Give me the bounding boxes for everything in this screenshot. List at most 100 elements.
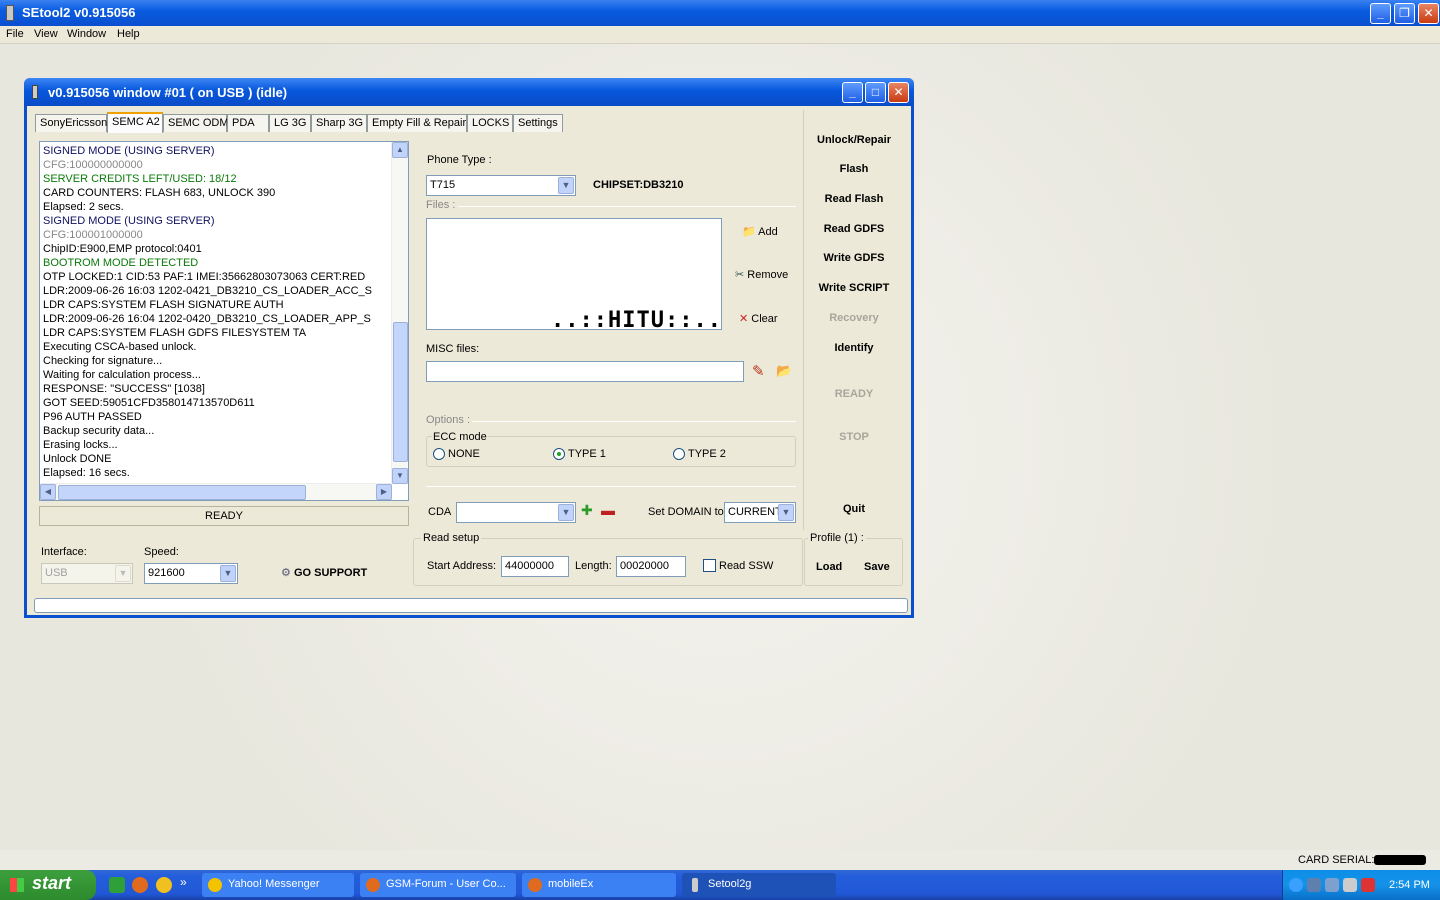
scissors-icon: ✂ — [735, 269, 745, 281]
profile-save-button[interactable]: Save — [864, 561, 890, 573]
tool-window: v0.915056 window #01 ( on USB ) (idle) _… — [24, 78, 914, 618]
menu-help[interactable]: Help — [117, 28, 140, 40]
write-script-button[interactable]: Write SCRIPT — [804, 282, 904, 294]
tab-sharp-3g[interactable]: Sharp 3G — [311, 114, 367, 132]
stop-button[interactable]: STOP — [804, 431, 904, 443]
scroll-left-arrow-icon[interactable]: ◀ — [40, 484, 56, 500]
log-line: Waiting for calculation process... — [43, 369, 201, 381]
log-line: OTP LOCKED:1 CID:53 PAF:1 IMEI:356628030… — [43, 271, 366, 283]
tool-window-title: v0.915056 window #01 ( on USB ) (idle) — [48, 85, 288, 100]
log-vertical-scrollbar[interactable]: ▲ ▼ — [391, 142, 408, 484]
log-output[interactable]: SIGNED MODE (USING SERVER) CFG:1000000000… — [39, 141, 409, 501]
log-lines: SIGNED MODE (USING SERVER) CFG:1000000000… — [43, 144, 393, 480]
scroll-down-arrow-icon[interactable]: ▼ — [392, 468, 408, 484]
remove-button[interactable]: ✂ Remove — [735, 268, 788, 281]
close-button[interactable]: ✕ — [1418, 3, 1439, 24]
firefox-icon[interactable] — [132, 877, 148, 893]
clear-button[interactable]: ✕ Clear — [739, 312, 778, 325]
cda-add-icon[interactable]: ✚ — [581, 502, 593, 519]
profile-label: Profile (1) : — [808, 532, 866, 544]
read-flash-button[interactable]: Read Flash — [804, 193, 904, 205]
tab-settings[interactable]: Settings — [513, 114, 563, 132]
inner-close-button[interactable]: ✕ — [888, 82, 909, 103]
window-icon — [32, 85, 38, 99]
quicklaunch-icon[interactable] — [156, 877, 172, 893]
files-divider — [458, 206, 796, 207]
cda-select[interactable]: ▼ — [456, 502, 576, 523]
menu-window[interactable]: Window — [67, 28, 106, 40]
misc-files-field[interactable] — [426, 361, 744, 382]
quicklaunch-app-icon[interactable] — [109, 877, 125, 893]
task-label: mobileEx — [548, 878, 594, 890]
chevron-down-icon[interactable]: ▼ — [778, 504, 794, 521]
horizontal-scroll-thumb[interactable] — [58, 485, 306, 500]
chipset-label: CHIPSET:DB3210 — [593, 179, 684, 191]
tab-semc-a2[interactable]: SEMC A2 — [107, 112, 163, 133]
recovery-button[interactable]: Recovery — [804, 312, 904, 324]
antivirus-icon[interactable] — [1343, 878, 1357, 892]
card-serial: CARD SERIAL: — [1298, 854, 1427, 866]
flash-button[interactable]: Flash — [804, 163, 904, 175]
start-button[interactable]: start — [0, 870, 96, 900]
ready-status: READY — [834, 388, 874, 400]
tray-red-icon[interactable] — [1361, 878, 1375, 892]
minimize-button[interactable]: _ — [1370, 3, 1391, 24]
tab-sonyericsson[interactable]: SonyEricsson — [35, 114, 107, 132]
speed-select[interactable]: 921600 ▼ — [144, 563, 238, 584]
restore-button[interactable]: ❐ — [1394, 3, 1415, 24]
remove-button-label: Remove — [747, 269, 789, 281]
tab-locks[interactable]: LOCKS — [467, 114, 513, 132]
ecc-mode-label: ECC mode — [432, 431, 488, 443]
edit-pencil-icon[interactable]: ✎ — [752, 362, 765, 380]
domain-select[interactable]: CURRENT ▼ — [724, 502, 796, 523]
add-button[interactable]: 📁 Add — [742, 225, 778, 238]
tray-arrow-icon[interactable] — [1289, 878, 1303, 892]
tool-window-titlebar[interactable]: v0.915056 window #01 ( on USB ) (idle) _… — [24, 78, 914, 106]
misc-files-label: MISC files: — [426, 343, 480, 355]
chevron-down-icon[interactable]: ▼ — [115, 565, 131, 582]
task-label: GSM-Forum - User Co... — [386, 878, 506, 890]
tab-empty-fill-repair[interactable]: Empty Fill & Repair — [367, 114, 467, 132]
identify-button[interactable]: Identify — [804, 342, 904, 354]
unlock-repair-button[interactable]: Unlock/Repair — [804, 134, 904, 146]
quit-button[interactable]: Quit — [804, 503, 904, 515]
inner-minimize-button[interactable]: _ — [842, 82, 863, 103]
log-line: Unlock DONE — [43, 453, 112, 465]
start-address-field[interactable]: 44000000 — [501, 556, 569, 577]
scroll-up-arrow-icon[interactable]: ▲ — [392, 142, 408, 158]
open-folder-icon[interactable]: 📂 — [776, 363, 792, 379]
task-mobileex[interactable]: mobileEx — [522, 873, 676, 897]
chevron-down-icon[interactable]: ▼ — [558, 504, 574, 521]
read-ssw-checkbox[interactable] — [703, 559, 716, 572]
ecc-type2-radio[interactable] — [673, 448, 685, 460]
phone-type-select[interactable]: T715 ▼ — [426, 175, 576, 196]
log-line: CFG:100000000000 — [43, 159, 143, 171]
length-field[interactable]: 00020000 — [616, 556, 686, 577]
tab-semc-odm[interactable]: SEMC ODM — [163, 114, 229, 132]
tab-pda[interactable]: PDA — [227, 114, 269, 132]
scroll-right-arrow-icon[interactable]: ▶ — [376, 484, 392, 500]
ecc-type1-radio[interactable] — [553, 448, 565, 460]
write-gdfs-button[interactable]: Write GDFS — [804, 252, 904, 264]
chevron-down-icon[interactable]: ▼ — [220, 565, 236, 582]
menu-view[interactable]: View — [34, 28, 58, 40]
profile-load-button[interactable]: Load — [816, 561, 842, 573]
task-setool2g[interactable]: Setool2g — [682, 873, 836, 897]
ecc-none-radio[interactable] — [433, 448, 445, 460]
start-address-label: Start Address: — [427, 560, 497, 572]
go-support-button[interactable]: ⚙ GO SUPPORT — [281, 566, 367, 579]
interface-select[interactable]: USB ▼ — [41, 563, 133, 584]
chevron-down-icon[interactable]: ▼ — [558, 177, 574, 194]
tab-lg-3g[interactable]: LG 3G — [269, 114, 311, 132]
inner-maximize-button[interactable]: □ — [865, 82, 886, 103]
task-gsm-forum[interactable]: GSM-Forum - User Co... — [360, 873, 516, 897]
menu-file[interactable]: File — [6, 28, 24, 40]
log-horizontal-scrollbar[interactable]: ◀ ▶ — [40, 483, 392, 500]
read-gdfs-button[interactable]: Read GDFS — [804, 223, 904, 235]
quicklaunch-overflow-icon[interactable]: » — [180, 875, 187, 889]
cda-remove-icon[interactable]: ▬ — [601, 502, 615, 518]
task-yahoo-messenger[interactable]: Yahoo! Messenger — [202, 873, 354, 897]
scroll-thumb[interactable] — [393, 322, 408, 462]
tray-app-icon[interactable] — [1325, 878, 1339, 892]
network-icon[interactable] — [1307, 878, 1321, 892]
